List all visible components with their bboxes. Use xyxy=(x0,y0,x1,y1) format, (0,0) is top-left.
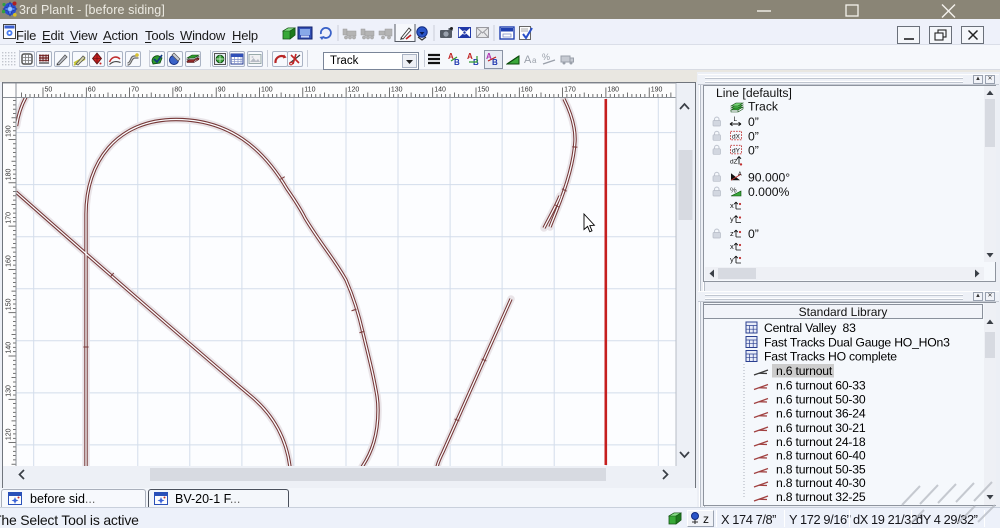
svg-text:70: 70 xyxy=(131,87,139,94)
svg-text:90: 90 xyxy=(218,87,226,94)
svg-text:Fast Tracks Dual Gauge HO_HOn3: Fast Tracks Dual Gauge HO_HOn3 xyxy=(764,336,950,350)
svg-text:a: a xyxy=(532,56,537,65)
svg-text:n.8 turnout 60-40: n.8 turnout 60-40 xyxy=(776,449,866,463)
svg-text:120: 120 xyxy=(348,87,360,94)
svg-text:110: 110 xyxy=(304,87,315,94)
svg-text:n.6 turnout 60-33: n.6 turnout 60-33 xyxy=(776,379,866,393)
svg-text:140: 140 xyxy=(6,342,13,354)
svg-text:180: 180 xyxy=(6,169,13,181)
svg-text:180: 180 xyxy=(607,87,619,94)
svg-text:160: 160 xyxy=(521,87,533,94)
svg-text:%: % xyxy=(542,52,550,62)
svg-text:120: 120 xyxy=(6,428,13,440)
svg-text:170: 170 xyxy=(564,87,576,94)
svg-text:190: 190 xyxy=(6,125,13,137)
svg-text:130: 130 xyxy=(391,87,403,94)
svg-text:B: B xyxy=(454,58,460,66)
svg-text:60: 60 xyxy=(88,87,96,94)
svg-text:n.6 turnout 24-18: n.6 turnout 24-18 xyxy=(776,435,866,449)
svg-text:A: A xyxy=(524,54,532,66)
svg-text:n.8 turnout 40-30: n.8 turnout 40-30 xyxy=(776,476,866,490)
svg-text:50: 50 xyxy=(45,87,53,94)
svg-text:n.6 turnout: n.6 turnout xyxy=(776,364,833,378)
svg-text:80: 80 xyxy=(174,87,182,94)
svg-text:Central Valley 83: Central Valley 83 xyxy=(764,321,856,335)
svg-text:150: 150 xyxy=(6,298,13,310)
svg-text:140: 140 xyxy=(434,87,446,94)
svg-text:n.6 turnout 30-21: n.6 turnout 30-21 xyxy=(776,421,866,435)
svg-text:n.6 turnout 50-30: n.6 turnout 50-30 xyxy=(776,393,866,407)
svg-text:150: 150 xyxy=(478,87,490,94)
svg-text:n.6 turnout 36-24: n.6 turnout 36-24 xyxy=(776,407,866,421)
svg-text:n.8 turnout 50-35: n.8 turnout 50-35 xyxy=(776,463,866,477)
svg-text:Fast Tracks HO complete: Fast Tracks HO complete xyxy=(764,350,897,364)
svg-text:190: 190 xyxy=(651,87,663,94)
svg-text:100: 100 xyxy=(261,87,273,94)
svg-text:n.8 turnout 32-25: n.8 turnout 32-25 xyxy=(776,490,866,504)
svg-text:170: 170 xyxy=(6,212,13,224)
svg-text:160: 160 xyxy=(6,255,13,267)
svg-text:130: 130 xyxy=(6,385,13,397)
